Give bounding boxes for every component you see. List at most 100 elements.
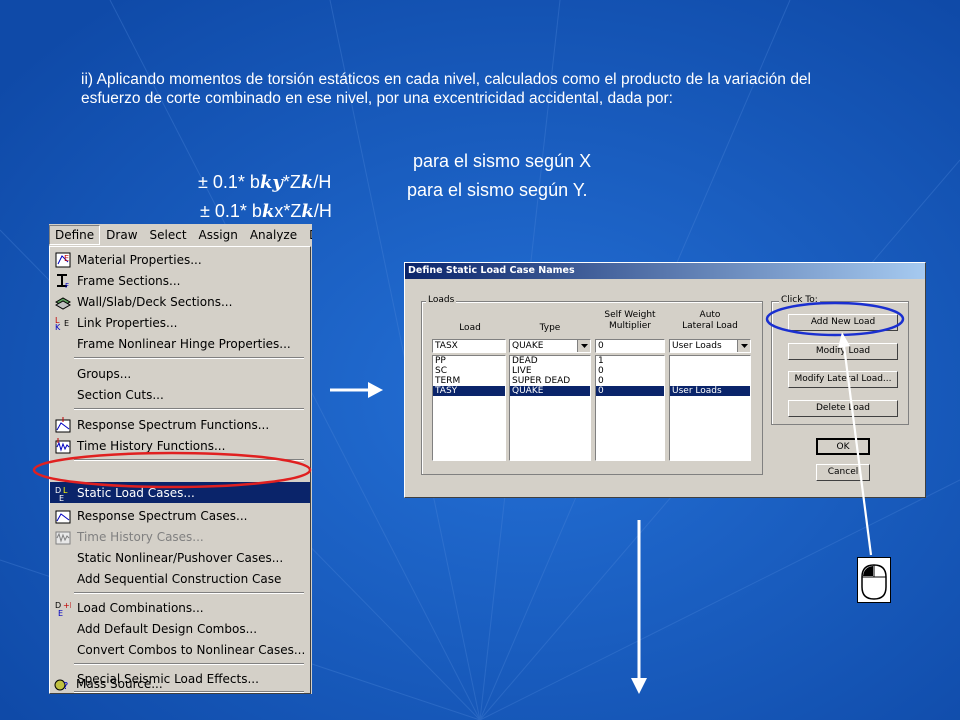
chevron-down-icon[interactable] [737, 340, 750, 352]
list-item[interactable]: TASY [433, 386, 505, 396]
right-arrow-icon [330, 382, 383, 398]
delete-load-button[interactable]: Delete Load [788, 400, 898, 417]
menu-item-frame-sections[interactable]: F Frame Sections... [50, 270, 310, 291]
load-combination-icon: D+LE [53, 600, 73, 616]
formula-symbol: k [301, 201, 314, 222]
column-header-load: Load [459, 323, 481, 333]
list-item[interactable]: LIVE [510, 366, 590, 376]
auto-lateral-list[interactable]: User Loads [669, 355, 751, 461]
svg-text:+L: +L [63, 601, 71, 610]
loads-group-label: Loads [426, 295, 457, 305]
column-header-self-weight: Self Weight Multiplier [595, 310, 665, 332]
time-history-function-icon [53, 437, 73, 454]
multiplier-line: Multiplier [609, 321, 651, 331]
list-item[interactable]: SUPER DEAD [510, 376, 590, 386]
type-list[interactable]: DEAD LIVE SUPER DEAD QUAKE [509, 355, 591, 461]
material-icon: E [53, 252, 73, 268]
svg-text:E: E [64, 254, 69, 263]
menu-item-add-default-design-combos[interactable]: Add Default Design Combos... [50, 618, 310, 639]
list-item[interactable]: QUAKE [510, 386, 590, 396]
ok-button[interactable]: OK [816, 438, 870, 455]
menu-bar: Define Draw Select Assign Analyze D [49, 224, 312, 246]
svg-text:?: ? [63, 681, 68, 692]
auto-line: Auto [699, 310, 721, 320]
menu-analyze[interactable]: Analyze [244, 226, 303, 244]
time-history-case-icon [53, 529, 73, 545]
dialog-title: Define Static Load Case Names [405, 263, 925, 279]
menu-separator [74, 357, 304, 359]
menu-item-static-nonlinear-pushover[interactable]: Static Nonlinear/Pushover Cases... [50, 547, 310, 568]
cancel-button[interactable]: Cancel [816, 464, 870, 481]
list-item[interactable]: User Loads [670, 386, 750, 396]
modify-load-button[interactable]: Modify Load [788, 343, 898, 360]
modify-lateral-load-button[interactable]: Modify Lateral Load... [788, 371, 898, 388]
menu-item-material-properties[interactable]: E Material Properties... [50, 249, 310, 270]
menu-assign[interactable]: Assign [193, 226, 244, 244]
define-menu-window: Define Draw Select Assign Analyze D E Ma… [49, 224, 312, 694]
menu-item-mass-source[interactable]: ? Mass Source... [49, 673, 309, 694]
multiplier-list[interactable]: 1 0 0 0 [595, 355, 665, 461]
menu-truncated[interactable]: D [303, 226, 312, 244]
self-weight-line: Self Weight [604, 310, 656, 320]
menu-item-section-cuts[interactable]: Section Cuts... [50, 384, 310, 405]
list-item[interactable]: DEAD [510, 356, 590, 366]
add-new-load-button[interactable]: Add New Load [788, 314, 898, 331]
menu-separator [74, 459, 304, 461]
formula-y-description: para el sismo según Y. [407, 180, 588, 200]
svg-text:E: E [59, 494, 64, 501]
load-type-combo[interactable]: QUAKE [509, 339, 591, 353]
link-icon: LKE [53, 315, 73, 331]
response-spectrum-function-icon [53, 416, 73, 433]
chevron-down-icon[interactable] [577, 340, 590, 352]
list-item[interactable] [670, 356, 750, 366]
list-item[interactable]: SC [433, 366, 505, 376]
menu-item-response-spectrum-cases[interactable]: Response Spectrum Cases... [50, 505, 310, 526]
formula-y: ± 0.1* bkx*Zk/H [190, 180, 332, 222]
down-arrow-icon [631, 520, 647, 694]
menu-item-add-sequential-construction[interactable]: Add Sequential Construction Case [50, 568, 310, 589]
list-item[interactable]: 0 [596, 376, 664, 386]
menu-draw[interactable]: Draw [100, 226, 143, 244]
menu-item-static-load-cases[interactable]: DLE Static Load Cases... [50, 482, 310, 503]
mass-source-icon: ? [52, 676, 72, 692]
auto-lateral-load-combo[interactable]: User Loads [669, 339, 751, 353]
list-item[interactable]: PP [433, 356, 505, 366]
define-static-load-case-dialog: Define Static Load Case Names Loads Load… [404, 262, 926, 498]
menu-item-convert-combos[interactable]: Convert Combos to Nonlinear Cases... [50, 639, 310, 660]
formula-y-suffix: /H [313, 201, 332, 221]
menu-item-load-combinations[interactable]: D+LE Load Combinations... [50, 597, 310, 618]
menu-item-frame-nonlinear-hinge[interactable]: Frame Nonlinear Hinge Properties... [50, 333, 310, 354]
list-item[interactable]: 0 [596, 366, 664, 376]
menu-item-wall-slab-deck[interactable]: Wall/Slab/Deck Sections... [50, 291, 310, 312]
mouse-icon [857, 557, 891, 603]
list-item[interactable]: 0 [596, 386, 664, 396]
list-item[interactable] [670, 376, 750, 386]
load-name-input[interactable]: TASX [432, 339, 506, 353]
menu-item-link-properties[interactable]: LKE Link Properties... [50, 312, 310, 333]
formula-symbol: k [261, 201, 275, 222]
menu-define[interactable]: Define [49, 225, 101, 245]
menu-item-time-history-cases[interactable]: Time History Cases... [50, 526, 310, 547]
formula-x-description: para el sismo según X [413, 151, 592, 171]
svg-text:K: K [55, 323, 61, 331]
menu-select[interactable]: Select [144, 226, 193, 244]
static-load-case-icon: DLE [53, 485, 73, 501]
load-list[interactable]: PP SC TERM TASY [432, 355, 506, 461]
formula-y-prefix: ± 0.1* b [200, 201, 262, 221]
formula-y-mid: x*Z [274, 201, 302, 221]
list-item[interactable]: TERM [433, 376, 505, 386]
list-item[interactable] [670, 366, 750, 376]
list-item[interactable]: 1 [596, 356, 664, 366]
define-menu-dropdown: E Material Properties... F Frame Section… [49, 246, 311, 694]
svg-text:E: E [64, 319, 69, 328]
wall-slab-deck-icon [53, 294, 73, 310]
click-to-group-label: Click To: [779, 295, 820, 305]
intro-paragraph: ii) Aplicando momentos de torsión estáti… [81, 71, 811, 107]
menu-separator [74, 663, 304, 665]
self-weight-multiplier-input[interactable]: 0 [595, 339, 665, 353]
menu-item-groups[interactable]: Groups... [50, 363, 310, 384]
menu-item-response-spectrum-functions[interactable]: Response Spectrum Functions... [50, 414, 310, 435]
response-spectrum-case-icon [53, 508, 73, 524]
column-header-auto-lateral: Auto Lateral Load [669, 310, 751, 332]
menu-item-time-history-functions[interactable]: Time History Functions... [50, 435, 310, 456]
